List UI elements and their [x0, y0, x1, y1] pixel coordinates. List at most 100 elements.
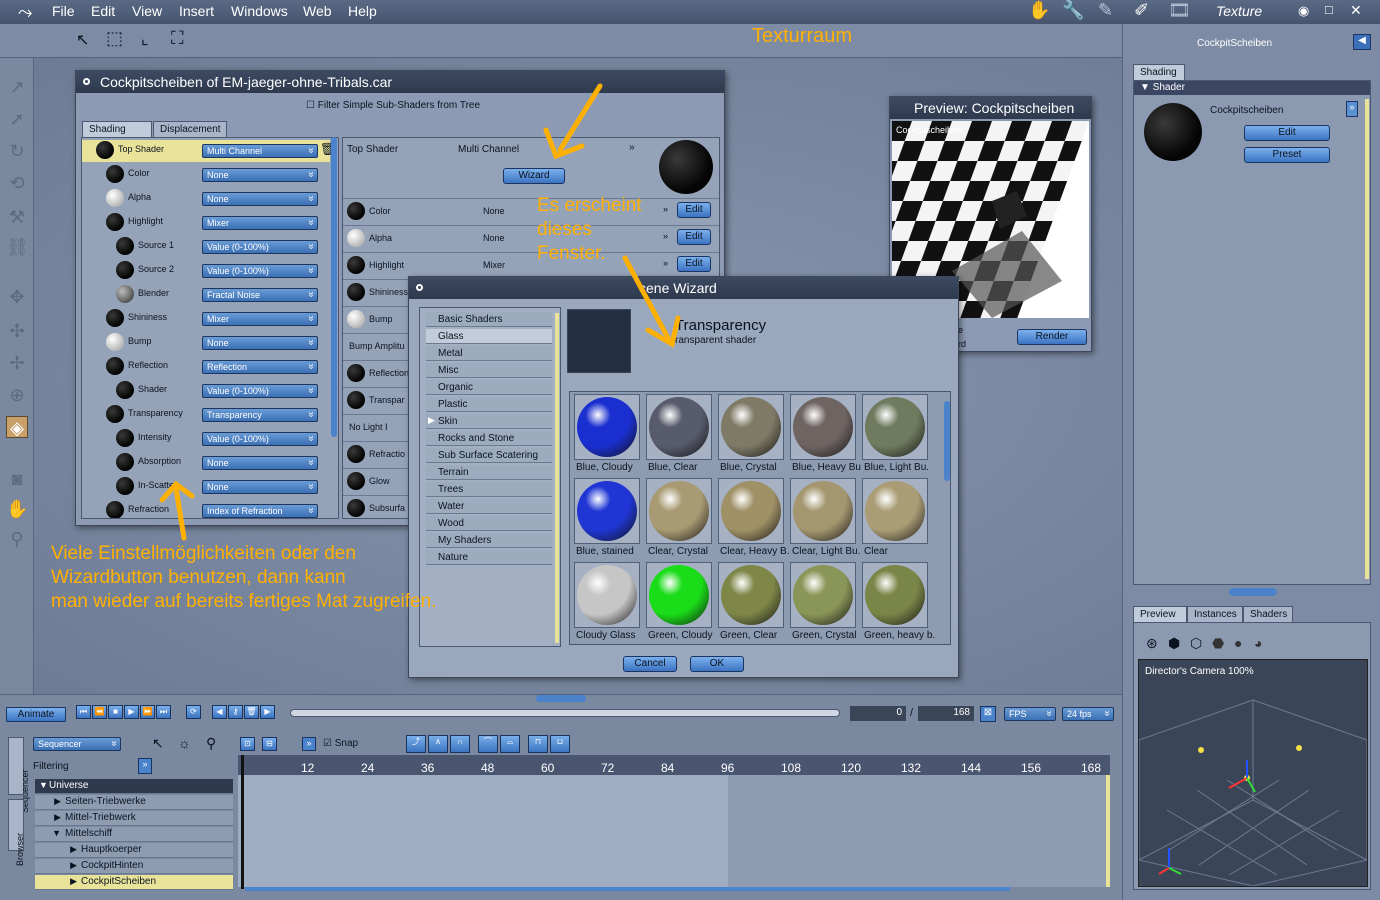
- snap-checkbox[interactable]: ☑ Snap: [323, 738, 358, 749]
- ok-button[interactable]: OK: [690, 656, 744, 672]
- detail-value[interactable]: None: [483, 233, 505, 243]
- pan-tool-icon[interactable]: ✥: [6, 286, 28, 308]
- shader-window-titlebar[interactable]: Cockpitscheiben of EM-jaeger-ohne-Tribal…: [76, 71, 724, 93]
- scene-tree-item[interactable]: ▶ CockpitScheiben: [35, 875, 233, 890]
- wizard-button[interactable]: Wizard: [503, 168, 565, 184]
- curve-round-icon[interactable]: ∩: [450, 735, 470, 753]
- category-item[interactable]: Basic Shaders: [426, 312, 552, 327]
- tab-shaders[interactable]: Shaders: [1243, 606, 1293, 622]
- room-pen-icon[interactable]: ✎: [1098, 0, 1113, 21]
- fps-mode-select[interactable]: FPS: [1004, 707, 1056, 721]
- tree-expand-icon[interactable]: ▼: [39, 828, 61, 838]
- eye-icon[interactable]: ◉: [1298, 3, 1309, 19]
- snap-dropdown-icon[interactable]: »: [302, 737, 316, 751]
- pointer-icon[interactable]: ↖: [152, 735, 164, 752]
- material-thumbnail[interactable]: [790, 478, 856, 544]
- material-thumbnail[interactable]: [718, 394, 784, 460]
- menu-edit[interactable]: Edit: [91, 3, 115, 19]
- tab-shading-right[interactable]: Shading: [1133, 64, 1185, 80]
- shader-tree-value-select[interactable]: Value (0-100%): [202, 384, 318, 398]
- shader-tree-row[interactable]: Top Shader Multi Channel: [82, 140, 330, 162]
- shader-tree-scrollbar[interactable]: [331, 137, 337, 437]
- ease-out-icon[interactable]: ⌓: [500, 735, 520, 753]
- room-film-icon[interactable]: 🎞: [1168, 0, 1191, 21]
- total-frames-field[interactable]: 168: [918, 706, 974, 721]
- preset-button[interactable]: Preset: [1244, 147, 1330, 163]
- camera-tool-icon[interactable]: ◙: [6, 468, 28, 490]
- wire-cube-icon[interactable]: ⬡: [1190, 635, 1202, 652]
- material-thumbnail[interactable]: [574, 394, 640, 460]
- sun-icon[interactable]: ☼: [178, 735, 191, 751]
- detail-dropdown-icon[interactable]: »: [663, 231, 668, 241]
- solid-cube-icon[interactable]: ⬣: [1212, 635, 1224, 652]
- category-item[interactable]: Wood: [426, 516, 552, 531]
- navigate-tool-icon[interactable]: ⊕: [6, 384, 28, 406]
- texture-tool-icon[interactable]: ◈: [6, 416, 28, 438]
- detail-value[interactable]: None: [483, 206, 505, 216]
- loop-icon[interactable]: ⟳: [186, 705, 201, 719]
- tree-expand-icon[interactable]: ▶: [39, 812, 61, 823]
- tab-preview[interactable]: Preview: [1133, 606, 1187, 622]
- shader-tree-value-select[interactable]: None: [202, 456, 318, 470]
- shader-menu-icon[interactable]: »: [1346, 101, 1358, 117]
- detail-edit-button[interactable]: Edit: [677, 229, 711, 245]
- material-thumbnail[interactable]: [646, 394, 712, 460]
- shader-tree-value-select[interactable]: None: [202, 192, 318, 206]
- section-header[interactable]: ▼ Shader: [1134, 81, 1370, 95]
- move-tool-icon[interactable]: ↗: [6, 76, 28, 98]
- key-icon[interactable]: ⚷: [228, 705, 243, 719]
- category-item[interactable]: Skin: [426, 414, 552, 429]
- select-box-icon[interactable]: ⬚: [106, 28, 123, 49]
- delete-key-icon[interactable]: 🗑: [244, 705, 259, 719]
- section-scrollbar[interactable]: [1365, 99, 1369, 579]
- shader-tree-row[interactable]: Color None: [82, 164, 330, 186]
- tab-shading[interactable]: Shading: [82, 121, 152, 137]
- shader-tree-value-select[interactable]: Mixer: [202, 312, 318, 326]
- next-key-icon[interactable]: ▶: [260, 705, 275, 719]
- shader-tree-row[interactable]: Bump None: [82, 332, 330, 354]
- shader-tree-row[interactable]: Highlight Mixer: [82, 212, 330, 234]
- shader-tree-value-select[interactable]: None: [202, 480, 318, 494]
- scene-tree-item[interactable]: ▶ Mittel-Triebwerk: [35, 811, 233, 826]
- shader-tree-row[interactable]: Intensity Value (0-100%): [82, 428, 330, 450]
- shader-tree-value-select[interactable]: Transparency: [202, 408, 318, 422]
- prev-key-icon[interactable]: ◀: [212, 705, 227, 719]
- tree-expand-icon[interactable]: ▶: [39, 844, 77, 855]
- orbit-tool-icon[interactable]: ✣: [6, 320, 28, 342]
- ease-in-icon[interactable]: ⌒: [478, 735, 498, 753]
- render-button[interactable]: Render: [1017, 329, 1087, 345]
- side-tab-browser[interactable]: Browser: [8, 799, 25, 866]
- direct-tool-icon[interactable]: ➚: [6, 108, 28, 130]
- shader-tree-row[interactable]: In-Scatte None: [82, 476, 330, 498]
- rewind-icon[interactable]: ⏪: [92, 705, 107, 719]
- material-thumbnail[interactable]: [718, 562, 784, 628]
- expand-arrow-icon[interactable]: ▶: [428, 415, 435, 426]
- tree-expand-icon[interactable]: ▶: [39, 796, 61, 807]
- category-item[interactable]: Organic: [426, 380, 552, 395]
- shaded-sphere-icon[interactable]: ◕: [1254, 635, 1262, 651]
- detail-top-dropdown-icon[interactable]: »: [629, 142, 635, 153]
- preview-titlebar[interactable]: Preview: Cockpitscheiben: [890, 97, 1091, 119]
- category-item[interactable]: Rocks and Stone: [426, 431, 552, 446]
- window-close-dot[interactable]: [83, 78, 90, 85]
- tree-expand-icon[interactable]: ▶: [39, 860, 77, 871]
- shader-tree-value-select[interactable]: Fractal Noise: [202, 288, 318, 302]
- tab-displacement[interactable]: Displacement: [153, 121, 227, 137]
- shader-tree-row[interactable]: Shader Value (0-100%): [82, 380, 330, 402]
- curve-in-icon[interactable]: ⤴: [406, 735, 426, 753]
- shader-tree-row[interactable]: Source 2 Value (0-100%): [82, 260, 330, 282]
- menu-view[interactable]: View: [132, 3, 162, 19]
- select-frame-icon[interactable]: ⛶: [171, 28, 184, 49]
- select-arrow-icon[interactable]: ↖: [76, 30, 89, 50]
- category-item[interactable]: Trees: [426, 482, 552, 497]
- tab-instances[interactable]: Instances: [1187, 606, 1243, 622]
- zoom-tool-icon[interactable]: ⚲: [6, 528, 28, 550]
- detail-edit-button[interactable]: Edit: [677, 256, 711, 272]
- shader-tree-value-select[interactable]: Mixer: [202, 216, 318, 230]
- stop-icon[interactable]: ■: [108, 705, 123, 719]
- maximize-icon[interactable]: □: [1325, 2, 1333, 17]
- material-thumbnail[interactable]: [862, 478, 928, 544]
- detail-edit-button[interactable]: Edit: [677, 202, 711, 218]
- material-thumbnail[interactable]: [574, 562, 640, 628]
- category-item[interactable]: Terrain: [426, 465, 552, 480]
